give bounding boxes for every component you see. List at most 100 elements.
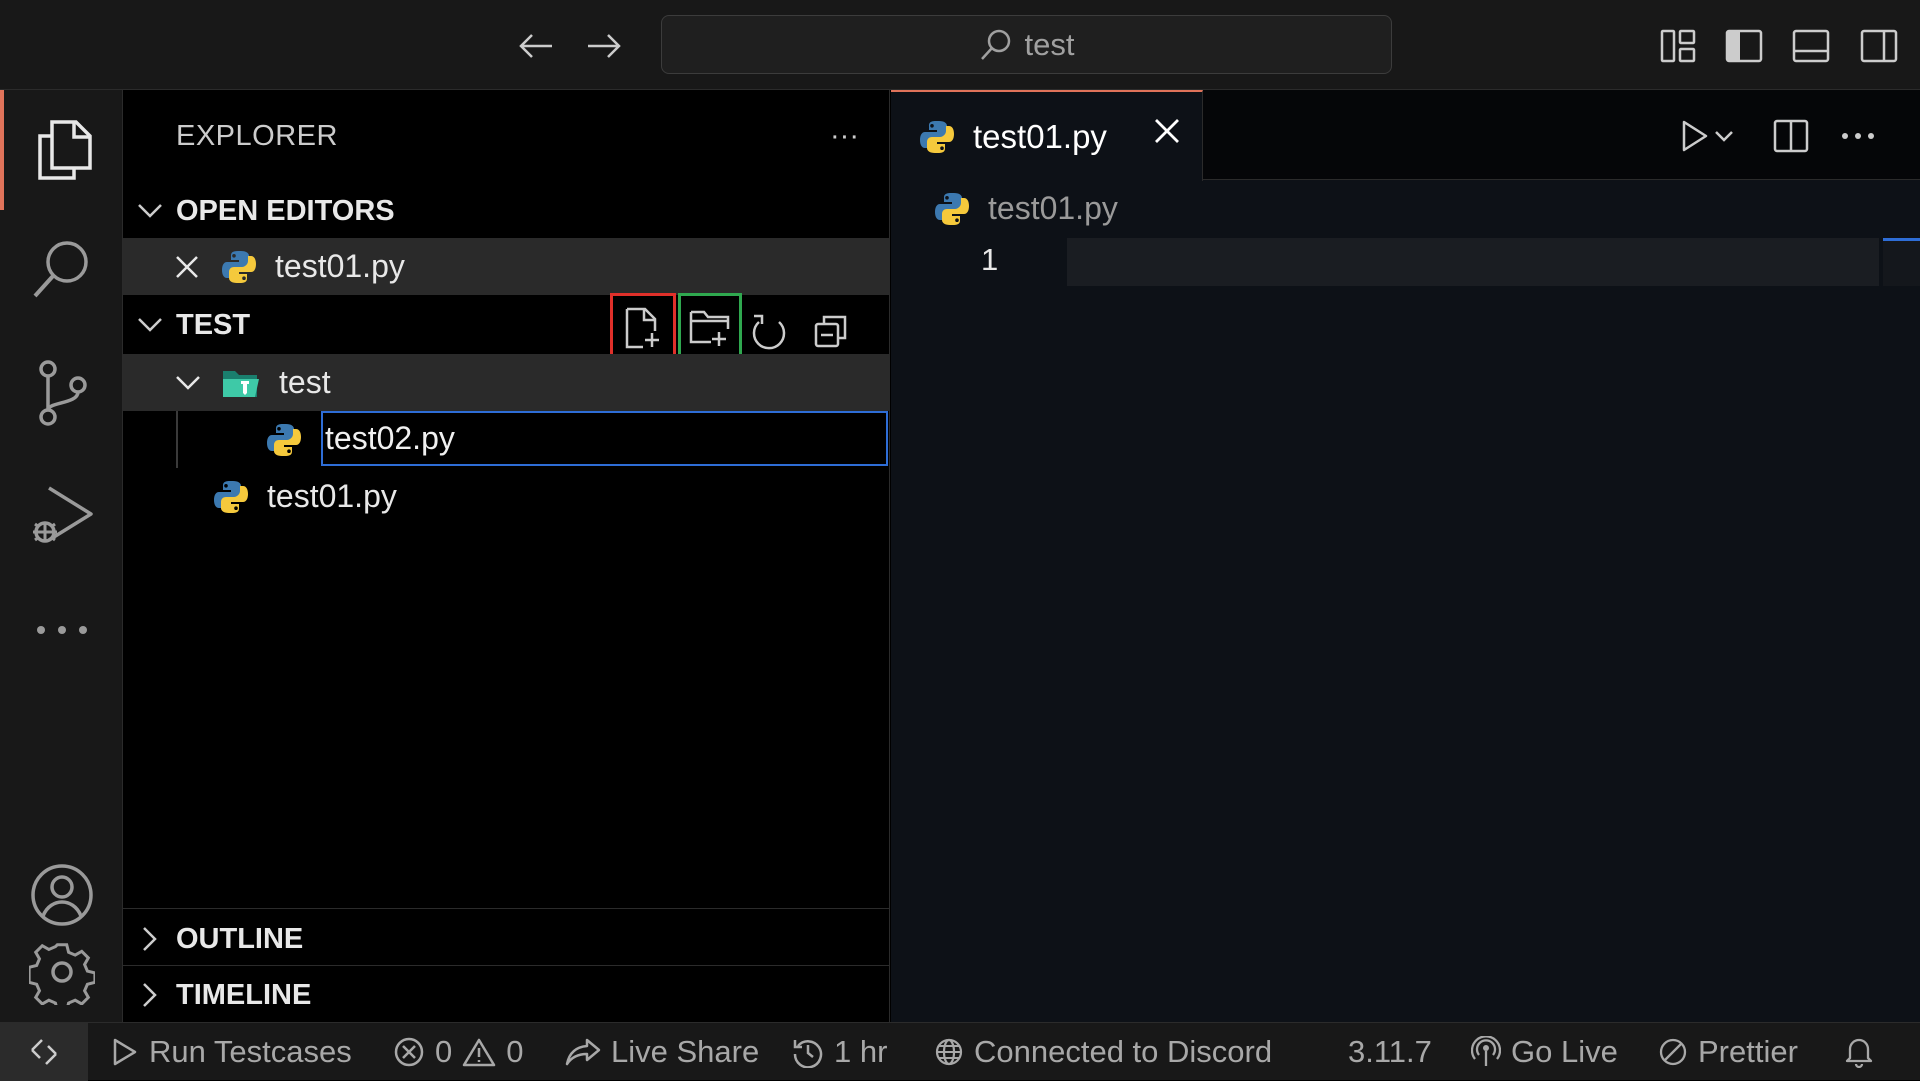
broadcast-icon [1471, 1036, 1501, 1068]
overview-ruler[interactable] [1883, 238, 1920, 286]
folder-row[interactable]: test [123, 354, 890, 411]
accounts-activity[interactable] [0, 835, 123, 955]
open-editors-header[interactable]: OPEN EDITORS [123, 182, 890, 240]
status-bar: Run Testcases 0 0 Live Share 1 hr Connec… [0, 1022, 1920, 1081]
source-control-icon [34, 359, 90, 427]
toggle-secondary-sidebar-icon[interactable] [1855, 22, 1903, 70]
new-folder-button[interactable] [678, 293, 742, 363]
close-icon[interactable] [123, 255, 207, 279]
warning-count: 0 [506, 1034, 524, 1069]
activity-bar [0, 90, 123, 1022]
timeline-header[interactable]: TIMELINE [123, 966, 890, 1024]
outline-label: OUTLINE [176, 922, 304, 955]
new-file-button[interactable] [610, 293, 676, 363]
more-actions-button[interactable] [1834, 112, 1882, 160]
close-icon[interactable] [1154, 118, 1180, 144]
prettier-item[interactable]: Prettier [1658, 1023, 1798, 1081]
arrow-right-icon[interactable] [580, 22, 628, 70]
folder-name: test [279, 364, 331, 400]
remote-indicator[interactable] [0, 1023, 88, 1081]
chevron-right-icon [123, 982, 176, 1008]
play-icon [1680, 119, 1710, 153]
rename-row[interactable] [123, 411, 890, 468]
manage-activity[interactable] [0, 939, 123, 1005]
explorer-activity[interactable] [0, 90, 123, 210]
search-activity[interactable] [0, 210, 123, 330]
time-label: 1 hr [834, 1034, 888, 1069]
timeline-label: TIMELINE [176, 978, 312, 1011]
error-count: 0 [435, 1034, 453, 1069]
python-file-icon [919, 119, 955, 155]
open-editors-label: OPEN EDITORS [176, 194, 395, 227]
workspace-label: TEST [176, 308, 251, 341]
live-share-icon [565, 1036, 601, 1068]
run-debug-activity[interactable] [0, 455, 123, 575]
live-share-item[interactable]: Live Share [565, 1023, 759, 1081]
python-version: 3.11.7 [1348, 1034, 1432, 1069]
python-file-icon [221, 249, 257, 285]
chevron-right-icon [123, 926, 176, 952]
source-control-activity[interactable] [0, 333, 123, 453]
chevron-down-icon [1714, 130, 1734, 142]
python-file-icon [266, 422, 302, 458]
chevron-down-icon [123, 375, 211, 391]
sidebar-title: EXPLORER [176, 120, 338, 152]
command-center-search[interactable]: test [661, 15, 1392, 74]
more-icon [36, 625, 88, 635]
bell-icon [1844, 1036, 1874, 1068]
toggle-panel-icon[interactable] [1787, 22, 1835, 70]
files-icon [34, 118, 94, 182]
globe-icon [934, 1037, 964, 1067]
time-tracker-item[interactable]: 1 hr [792, 1023, 887, 1081]
current-line-highlight[interactable] [1067, 238, 1879, 286]
python-file-icon [213, 479, 249, 515]
collapse-all-icon [814, 314, 848, 348]
tab-bar: test01.py [891, 90, 1920, 181]
more-activity[interactable] [0, 590, 123, 670]
refresh-button[interactable] [738, 300, 800, 362]
file-row[interactable]: test01.py [123, 468, 890, 525]
customize-layout-icon[interactable] [1654, 22, 1702, 70]
python-file-icon [934, 191, 970, 227]
python-version-item[interactable]: 3.11.7 [1348, 1023, 1432, 1081]
play-icon [111, 1037, 139, 1067]
split-editor-icon [1773, 119, 1809, 153]
live-share-label: Live Share [611, 1034, 760, 1069]
arrow-left-icon[interactable] [512, 22, 560, 70]
open-editor-item[interactable]: test01.py [123, 238, 890, 295]
error-icon [393, 1036, 425, 1068]
workspace-header[interactable]: TEST [123, 293, 890, 363]
discord-label: Connected to Discord [974, 1034, 1273, 1069]
new-file-icon [623, 307, 663, 349]
breadcrumb-file: test01.py [988, 190, 1118, 226]
run-testcases-label: Run Testcases [149, 1034, 352, 1069]
run-testcases-item[interactable]: Run Testcases [111, 1023, 352, 1081]
test-folder-icon [221, 367, 261, 399]
problems-item[interactable]: 0 0 [393, 1023, 524, 1081]
notifications-item[interactable] [1844, 1023, 1874, 1081]
outline-header[interactable]: OUTLINE [123, 910, 890, 968]
open-editor-filename: test01.py [275, 248, 405, 284]
breadcrumb[interactable]: test01.py [934, 190, 1118, 227]
history-icon [792, 1036, 824, 1068]
split-editor-button[interactable] [1767, 112, 1815, 160]
search-icon [31, 238, 93, 302]
discord-item[interactable]: Connected to Discord [934, 1023, 1272, 1081]
search-icon [979, 28, 1013, 62]
accounts-icon [29, 862, 95, 928]
title-bar: test [0, 0, 1920, 90]
run-dropdown-button[interactable] [1709, 112, 1739, 160]
more-icon [1841, 132, 1875, 140]
go-live-item[interactable]: Go Live [1471, 1023, 1618, 1081]
tab-test01[interactable]: test01.py [891, 90, 1203, 181]
toggle-primary-sidebar-icon[interactable] [1720, 22, 1768, 70]
more-icon[interactable]: ··· [830, 120, 859, 153]
chevron-down-icon [123, 203, 176, 219]
collapse-all-button[interactable] [800, 300, 862, 362]
warning-icon [462, 1037, 496, 1067]
chevron-down-icon [123, 317, 176, 333]
rename-input[interactable] [321, 411, 888, 466]
settings-gear-icon [28, 939, 95, 1005]
indent-guide [176, 411, 178, 468]
remote-icon [29, 1037, 59, 1067]
